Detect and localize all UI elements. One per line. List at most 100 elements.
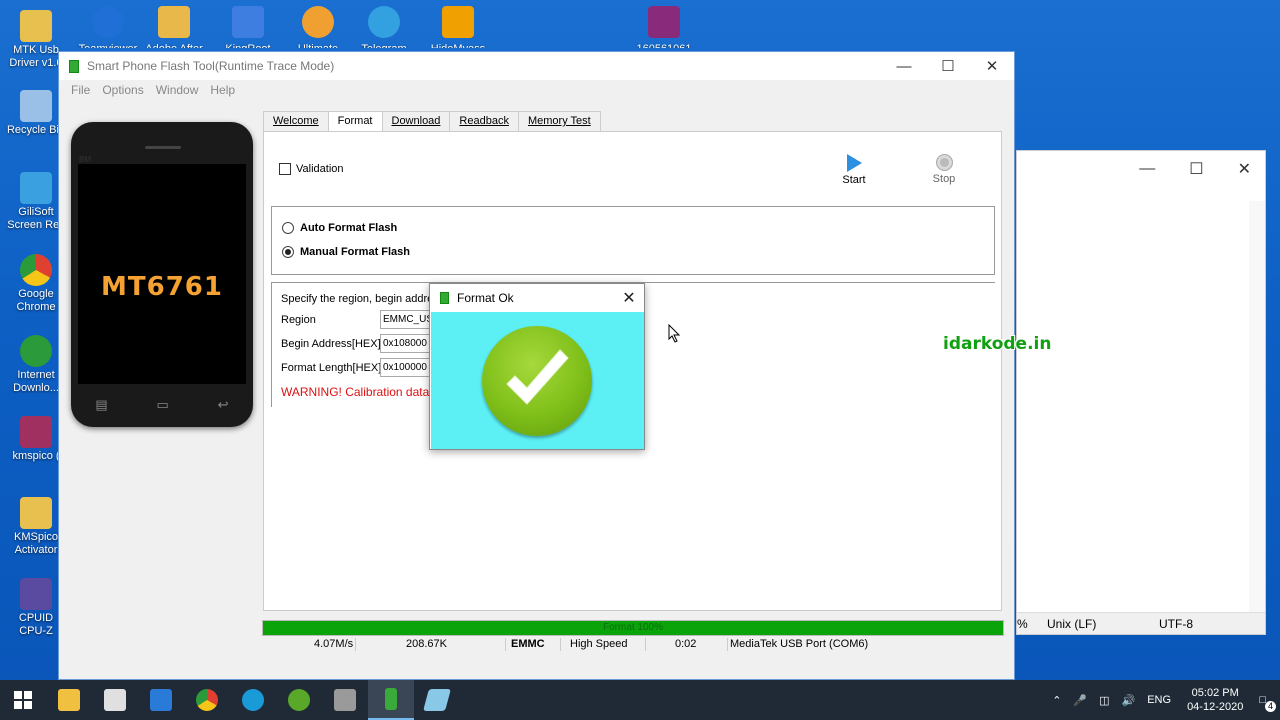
system-tray: ⌃ 🎤 ◫ 🔊 ENG 05:02 PM 04-12-2020 □ 4 bbox=[1046, 680, 1280, 720]
clock-time: 05:02 PM bbox=[1191, 687, 1239, 699]
radio-icon bbox=[282, 222, 294, 234]
desktop-icon-teamviewer[interactable]: Teamviewer bbox=[76, 6, 140, 48]
app-icon bbox=[69, 59, 79, 73]
checkmark-icon bbox=[482, 326, 592, 436]
desktop-icon-archive[interactable]: 160561061 bbox=[632, 6, 696, 48]
edge-icon bbox=[242, 689, 264, 711]
format-ok-dialog[interactable]: Format Ok ✕ bbox=[429, 283, 645, 450]
start-button[interactable]: Start bbox=[834, 154, 874, 186]
stop-icon bbox=[935, 154, 953, 171]
close-icon[interactable]: ✕ bbox=[1238, 159, 1251, 179]
close-button[interactable]: ✕ bbox=[970, 57, 1014, 75]
status-size: 208.67K bbox=[406, 638, 447, 650]
menu-bar: File Options Window Help bbox=[59, 80, 1014, 100]
phone-graphic: BM MT6761 ▤ ▭ ↩ bbox=[71, 122, 253, 427]
desktop-icon-hidemyass[interactable]: HideMyass bbox=[426, 6, 490, 48]
gilisoft-icon bbox=[20, 172, 52, 204]
window-title: Smart Phone Flash Tool(Runtime Trace Mod… bbox=[87, 59, 335, 73]
folder-icon bbox=[20, 10, 52, 42]
status-speed: 4.07M/s bbox=[314, 638, 354, 650]
calibration-warning: WARNING! Calibration data i bbox=[281, 385, 436, 399]
volume-icon[interactable]: 🔊 bbox=[1116, 694, 1142, 707]
store-icon bbox=[104, 689, 126, 711]
watermark: idarkode.in bbox=[943, 334, 1052, 354]
menu-window[interactable]: Window bbox=[152, 83, 203, 97]
manual-format-radio[interactable]: Manual Format Flash bbox=[282, 246, 410, 258]
status-port: MediaTek USB Port (COM6) bbox=[730, 638, 869, 650]
taskbar-mail[interactable] bbox=[138, 680, 184, 720]
tab-bar: Welcome Format Download Readback Memory … bbox=[263, 111, 601, 132]
checkbox-box[interactable] bbox=[279, 163, 291, 175]
taskbar-app-a[interactable] bbox=[322, 680, 368, 720]
background-window[interactable]: — ☐ ✕ % Unix (LF) UTF-8 bbox=[1016, 150, 1266, 635]
flash-tool-icon bbox=[385, 688, 397, 710]
progress-text: Format 100% bbox=[602, 622, 664, 633]
network-icon[interactable]: ◫ bbox=[1093, 694, 1115, 707]
windows-icon bbox=[14, 691, 32, 709]
cpuz-icon bbox=[20, 578, 52, 610]
auto-format-radio[interactable]: Auto Format Flash bbox=[282, 222, 397, 234]
winrar-icon bbox=[20, 416, 52, 448]
chrome-icon bbox=[196, 689, 218, 711]
taskbar-chrome[interactable] bbox=[184, 680, 230, 720]
taskbar-app-b[interactable] bbox=[414, 680, 460, 720]
desktop-icon-telegram[interactable]: Telegram bbox=[352, 6, 416, 48]
idm-icon bbox=[20, 335, 52, 367]
phone-brand: BM bbox=[79, 155, 91, 164]
start-button[interactable] bbox=[0, 680, 46, 720]
desktop-icon-ultimate[interactable]: Ultimate bbox=[286, 6, 350, 48]
tab-format[interactable]: Format bbox=[327, 111, 383, 132]
tab-memory-test[interactable]: Memory Test bbox=[517, 111, 601, 131]
taskbar-utorrent[interactable] bbox=[276, 680, 322, 720]
begin-address-label: Begin Address[HEX]: bbox=[281, 338, 384, 350]
notification-button[interactable]: □ 4 bbox=[1253, 694, 1280, 712]
minimize-icon[interactable]: — bbox=[1139, 160, 1155, 178]
taskbar-store[interactable] bbox=[92, 680, 138, 720]
menu-help[interactable]: Help bbox=[206, 83, 239, 97]
taskbar-file-explorer[interactable] bbox=[46, 680, 92, 720]
clock[interactable]: 05:02 PM 04-12-2020 bbox=[1177, 686, 1253, 714]
microphone-icon[interactable]: 🎤 bbox=[1067, 694, 1093, 707]
radio-selected-icon bbox=[282, 246, 294, 258]
menu-file[interactable]: File bbox=[67, 83, 94, 97]
stop-button[interactable]: Stop bbox=[924, 154, 964, 185]
folder-icon bbox=[20, 497, 52, 529]
chevron-up-icon[interactable]: ⌃ bbox=[1046, 694, 1067, 707]
validation-checkbox[interactable]: Validation bbox=[279, 163, 344, 175]
menu-options[interactable]: Options bbox=[98, 83, 147, 97]
folder-icon bbox=[58, 689, 80, 711]
maximize-button[interactable]: ☐ bbox=[926, 57, 970, 75]
scrollbar[interactable] bbox=[1249, 201, 1265, 612]
title-bar[interactable]: Smart Phone Flash Tool(Runtime Trace Mod… bbox=[59, 52, 1014, 80]
app-icon bbox=[334, 689, 356, 711]
home-icon: ▭ bbox=[156, 397, 169, 412]
format-options-group: Auto Format Flash Manual Format Flash bbox=[271, 206, 995, 275]
clock-date: 04-12-2020 bbox=[1187, 701, 1244, 713]
tab-readback[interactable]: Readback bbox=[449, 111, 519, 131]
status-mode: High Speed bbox=[570, 638, 628, 650]
dialog-body bbox=[431, 312, 644, 449]
utorrent-icon bbox=[288, 689, 310, 711]
chrome-icon bbox=[20, 254, 52, 286]
status-time: 0:02 bbox=[675, 638, 697, 650]
taskbar-flash-tool[interactable] bbox=[368, 680, 414, 720]
play-icon bbox=[847, 154, 862, 172]
status-storage: EMMC bbox=[511, 638, 545, 650]
taskbar-edge[interactable] bbox=[230, 680, 276, 720]
tab-download[interactable]: Download bbox=[381, 111, 451, 131]
notification-count: 4 bbox=[1265, 701, 1276, 712]
minimize-button[interactable]: — bbox=[882, 58, 926, 75]
back-icon: ↩ bbox=[217, 397, 229, 412]
language-indicator[interactable]: ENG bbox=[1141, 694, 1177, 706]
app-icon bbox=[440, 292, 449, 304]
dialog-close-button[interactable]: ✕ bbox=[614, 288, 644, 308]
mail-icon bbox=[150, 689, 172, 711]
maximize-icon[interactable]: ☐ bbox=[1189, 159, 1203, 179]
dialog-title: Format Ok bbox=[457, 291, 514, 305]
desktop-icon-adobe[interactable]: Adobe After bbox=[142, 6, 206, 48]
phone-screen: MT6761 bbox=[78, 164, 246, 384]
desktop-icon-kingroot[interactable]: KingRoot bbox=[216, 6, 280, 48]
format-length-label: Format Length[HEX]: bbox=[281, 362, 385, 374]
dialog-title-bar[interactable]: Format Ok ✕ bbox=[430, 284, 644, 312]
tab-welcome[interactable]: Welcome bbox=[263, 111, 329, 131]
